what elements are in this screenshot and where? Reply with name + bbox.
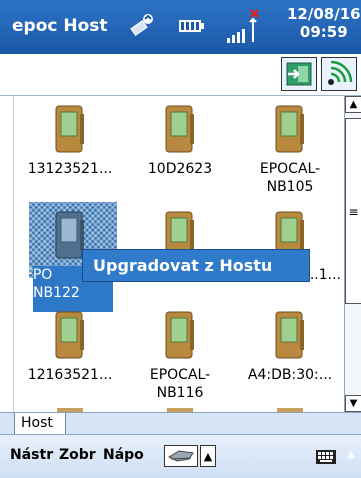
vertical-scrollbar[interactable]: ▲ ≡ ▼ xyxy=(344,96,361,412)
scroll-down-button[interactable]: ▼ xyxy=(345,395,361,412)
exit-button[interactable] xyxy=(281,57,317,91)
input-panel-icon xyxy=(167,450,194,462)
context-menu-upgrade[interactable]: Upgradovat z Hostu xyxy=(82,249,310,282)
menu-tools[interactable]: Nástr xyxy=(10,447,53,463)
exit-icon xyxy=(286,62,312,86)
device-label: 12163521... xyxy=(27,367,113,383)
device-icon xyxy=(55,311,84,359)
tab-strip: Host xyxy=(0,412,361,435)
clock[interactable]: 12/08/16 09:59 xyxy=(287,5,361,41)
device-item[interactable]: 12163521... xyxy=(15,308,125,384)
wireless-icon xyxy=(328,60,353,85)
scroll-up-button[interactable]: ▲ xyxy=(345,96,361,113)
device-item[interactable]: EPOCAL- NB105 xyxy=(235,102,344,196)
toolbar xyxy=(0,54,361,96)
device-icon xyxy=(165,105,194,153)
device-icon xyxy=(275,311,304,359)
context-menu-item-label: Upgradovat z Hostu xyxy=(93,256,273,275)
signal-icon[interactable] xyxy=(225,6,261,50)
device-item[interactable]: 10D2623 xyxy=(125,102,235,178)
clock-time: 09:59 xyxy=(299,23,348,41)
device-icon xyxy=(275,105,304,153)
device-label: 13123521... xyxy=(27,161,113,177)
tab-host[interactable]: Host xyxy=(14,413,66,435)
keyboard-arrow-icon[interactable]: ▲ xyxy=(347,449,355,460)
device-icon xyxy=(55,105,84,153)
menu-help[interactable]: Nápo xyxy=(103,447,144,463)
device-label: EPOCAL- NB105 xyxy=(259,161,321,195)
device-label: A4:DB:30:... xyxy=(247,367,333,383)
app-title: epoc Host xyxy=(12,16,108,36)
device-item[interactable]: A4:DB:30:... xyxy=(235,308,344,384)
menu-view[interactable]: Zobr xyxy=(59,447,96,463)
scroll-thumb[interactable]: ≡ xyxy=(345,118,361,304)
sync-icon[interactable] xyxy=(128,10,158,44)
device-label: EPOCAL- NB116 xyxy=(149,367,211,401)
battery-icon[interactable] xyxy=(178,18,204,38)
keyboard-icon[interactable] xyxy=(315,449,337,465)
input-panel-arrow-button[interactable]: ▲ xyxy=(200,445,216,467)
selected-label-line2: NB122 xyxy=(33,285,80,301)
title-bar: epoc Host 12/08/16 09:59 xyxy=(0,0,361,54)
input-panel-button[interactable] xyxy=(164,445,198,467)
wireless-button[interactable] xyxy=(321,57,357,91)
menu-bar: Nástr Zobr Nápo ▲ ▲ xyxy=(0,434,361,478)
device-item[interactable]: EPOCAL- NB116 xyxy=(125,308,235,402)
device-label: 10D2623 xyxy=(147,161,213,177)
clock-date: 12/08/16 xyxy=(287,5,361,23)
device-icon xyxy=(165,311,194,359)
device-item[interactable]: 13123521... xyxy=(15,102,125,178)
